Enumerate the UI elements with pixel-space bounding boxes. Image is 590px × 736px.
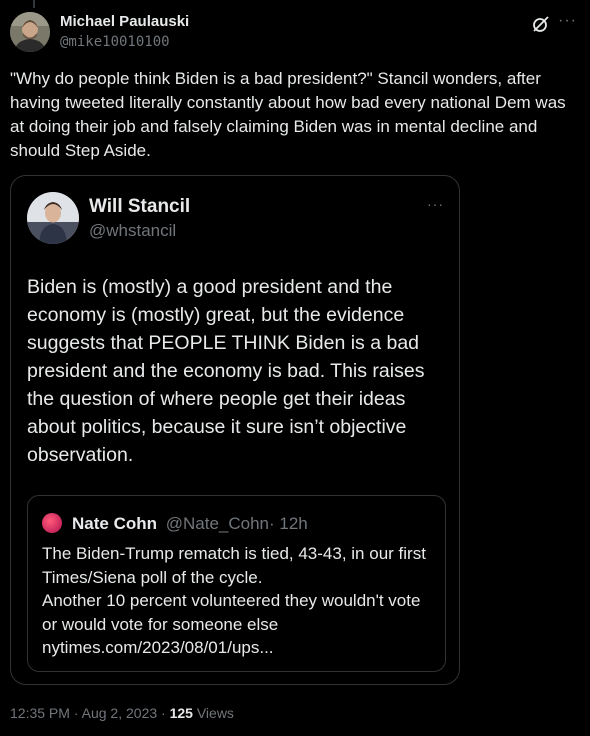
nested-quoted-tweet-card[interactable]: Nate Cohn @Nate_Cohn· 12h The Biden-Trum… [27,495,446,672]
author-handle[interactable]: @mike10010100 [60,34,170,50]
quoted-author-name[interactable]: Will Stancil [89,196,190,218]
author-avatar[interactable] [10,12,50,52]
grok-icon[interactable] [531,14,551,34]
nested-author-handle[interactable]: @Nate_Cohn [166,514,269,533]
author-name[interactable]: Michael Paulauski [60,13,189,30]
quoted-more-options-icon[interactable]: ··· [427,196,444,212]
thread-connector-line [33,0,35,8]
nested-tweet-link[interactable]: nytimes.com/2023/08/01/ups... [42,636,437,660]
quoted-author-handle[interactable]: @whstancil [89,221,176,241]
nested-tweet-header: Nate Cohn @Nate_Cohn· 12h [72,514,308,534]
more-options-icon[interactable]: ··· [558,12,577,30]
tweet-text: "Why do people think Biden is a bad pres… [10,69,566,160]
quoted-tweet-card[interactable]: Will Stancil @whstancil ··· Biden is (mo… [10,175,460,685]
tweet-meta: 12:35 PM · Aug 2, 2023 · 125 Views [10,705,234,721]
quoted-author-avatar[interactable] [27,192,79,244]
views-count: 125 [169,705,193,721]
nested-tweet-time: · 12h [269,514,308,533]
nested-tweet-text: The Biden-Trump rematch is tied, 43-43, … [42,542,437,660]
nested-tweet-line-2: Another 10 percent volunteered they woul… [42,591,421,634]
tweet-date[interactable]: Aug 2, 2023 [82,705,158,721]
nested-tweet-line-1: The Biden-Trump rematch is tied, 43-43, … [42,544,426,587]
nested-author-avatar[interactable] [42,513,62,533]
meta-separator-1: · [73,705,79,721]
meta-separator-2: · [161,705,166,721]
views-label: Views [196,705,234,721]
quoted-author-avatar-image [27,192,79,244]
tweet-time[interactable]: 12:35 PM [10,705,70,721]
nested-author-name[interactable]: Nate Cohn [72,514,157,533]
author-avatar-image [10,12,50,52]
quoted-tweet-text: Biden is (mostly) a good president and t… [27,276,425,466]
